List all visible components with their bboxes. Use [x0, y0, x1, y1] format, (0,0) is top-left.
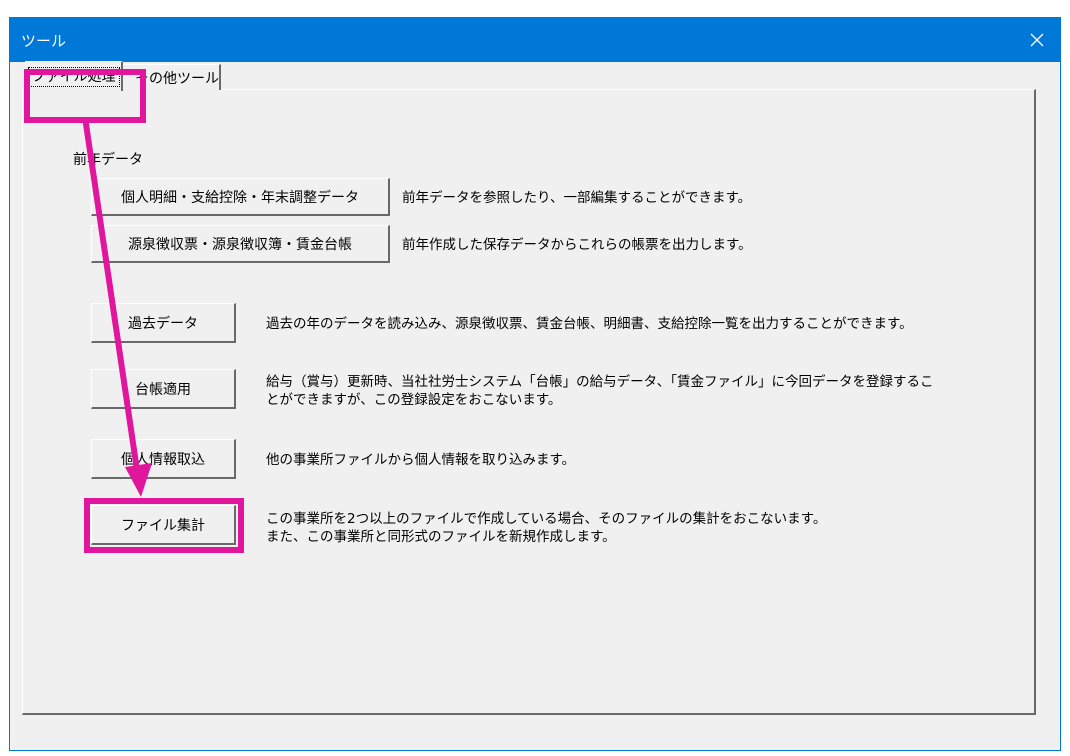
withholding-slip-button-label: 源泉徴収票・源泉徴収簿・賃金台帳: [128, 236, 352, 253]
past-data-button-label: 過去データ: [128, 315, 198, 332]
personal-info-import-button-label: 個人情報取込: [121, 451, 205, 468]
tab-file-processing[interactable]: ファイル処理: [25, 61, 123, 91]
ledger-apply-description-line-1: 給与（賞与）更新時、当社社労士システム「台帳」の給与データ、「賃金ファイル」に今…: [266, 374, 934, 390]
ledger-apply-button[interactable]: 台帳適用: [91, 369, 236, 409]
ledger-apply-description: 給与（賞与）更新時、当社社労士システム「台帳」の給与データ、「賃金ファイル」に今…: [266, 373, 933, 409]
file-aggregate-description-line-1: この事業所を2つ以上のファイルで作成している場合、そのファイルの集計をおこないま…: [266, 511, 827, 527]
past-data-description: 過去の年のデータを読み込み、源泉徴収票、賃金台帳、明細書、支給控除一覧を出力する…: [266, 316, 913, 332]
close-icon: [1030, 33, 1044, 47]
previous-year-detail-button[interactable]: 個人明細・支給控除・年末調整データ: [91, 178, 390, 216]
file-aggregate-button-label: ファイル集計: [121, 517, 205, 534]
file-aggregate-description: この事業所を2つ以上のファイルで作成している場合、そのファイルの集計をおこないま…: [266, 510, 826, 546]
withholding-slip-description: 前年作成した保存データからこれらの帳票を出力します。: [402, 237, 752, 253]
ledger-apply-description-line-2: とができますが、この登録設定をおこないます。: [266, 392, 562, 408]
personal-info-import-description: 他の事業所ファイルから個人情報を取り込みます。: [266, 452, 576, 468]
file-aggregate-button[interactable]: ファイル集計: [91, 505, 236, 545]
ledger-apply-button-label: 台帳適用: [135, 381, 191, 398]
close-button[interactable]: [1014, 18, 1060, 62]
tab-file-processing-label: ファイル処理: [27, 66, 120, 87]
tab-other-tools-label: その他ツール: [135, 70, 219, 87]
section-label-previous-year: 前年データ: [73, 152, 143, 168]
tab-other-tools[interactable]: その他ツール: [123, 64, 221, 90]
past-data-button[interactable]: 過去データ: [91, 303, 236, 343]
file-aggregate-description-line-2: また、この事業所と同形式のファイルを新規作成します。: [266, 529, 616, 545]
previous-year-detail-button-label: 個人明細・支給控除・年末調整データ: [121, 189, 359, 206]
withholding-slip-button[interactable]: 源泉徴収票・源泉徴収簿・賃金台帳: [91, 225, 390, 263]
title-bar[interactable]: ツール: [10, 18, 1060, 62]
personal-info-import-button[interactable]: 個人情報取込: [91, 439, 236, 479]
window-title: ツール: [21, 32, 67, 50]
previous-year-detail-description: 前年データを参照したり、一部編集することができます。: [402, 190, 752, 206]
